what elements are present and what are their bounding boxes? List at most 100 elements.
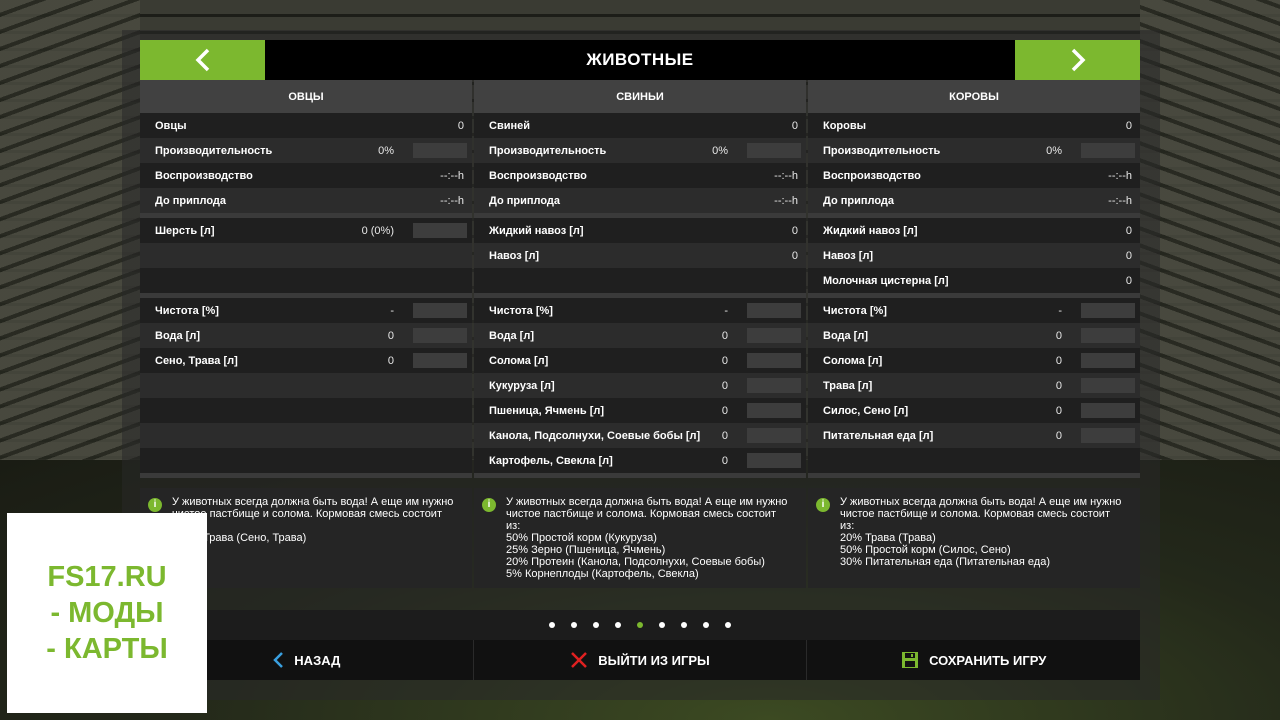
- column-title: КОРОВЫ: [808, 80, 1140, 113]
- stat-label: Воспроизводство: [823, 169, 921, 182]
- page-dot[interactable]: [571, 622, 577, 628]
- info-icon: i: [816, 498, 830, 512]
- section-divider: [474, 473, 806, 478]
- stat-value: 0 (0%): [361, 224, 394, 237]
- stat-label: Чистота [%]: [823, 304, 887, 317]
- stat-value: 0: [721, 404, 728, 417]
- info-line: 20% Трава (Трава): [840, 532, 936, 544]
- close-icon: [571, 652, 588, 668]
- stat-row: Коровы 0: [808, 113, 1140, 138]
- stat-row: Производительность 0%: [140, 138, 472, 163]
- info-line: 50% Простой корм (Кукуруза): [506, 532, 657, 544]
- level-bar: [1081, 378, 1135, 393]
- info-panel: i У животных всегда должна быть вода! А е…: [808, 488, 1140, 588]
- info-text: У животных всегда должна быть вода! А ещ…: [840, 496, 1140, 568]
- chevron-left-icon: [273, 652, 284, 668]
- info-line: У животных всегда должна быть вода! А ещ…: [506, 496, 788, 508]
- stat-row: Чистота [%] -: [140, 298, 472, 323]
- info-line: 5% Корнеплоды (Картофель, Свекла): [506, 568, 699, 580]
- empty-row: [140, 423, 472, 448]
- page-dot[interactable]: [659, 622, 665, 628]
- quit-game-label: ВЫЙТИ ИЗ ИГРЫ: [598, 652, 710, 668]
- stat-row: Солома [л] 0: [474, 348, 806, 373]
- stat-row: Шерсть [л] 0 (0%): [140, 218, 472, 243]
- stat-label: Трава [л]: [823, 379, 873, 392]
- empty-row: [140, 373, 472, 398]
- empty-row: [140, 448, 472, 473]
- page-dot[interactable]: [615, 622, 621, 628]
- stat-label: Молочная цистерна [л]: [823, 274, 949, 287]
- stat-label: Производительность: [155, 144, 273, 157]
- page-dot[interactable]: [725, 622, 731, 628]
- watermark-line: - МОДЫ: [50, 597, 164, 629]
- stat-value: 0: [1125, 119, 1132, 132]
- level-bar: [747, 428, 801, 443]
- info-text: У животных всегда должна быть вода! А ещ…: [172, 496, 472, 544]
- page-header: ЖИВОТНЫЕ: [140, 40, 1140, 80]
- info-line: 30% Питательная еда (Питательная еда): [840, 556, 1051, 568]
- empty-row: [474, 268, 806, 293]
- stat-row: До приплода --:--h: [808, 188, 1140, 213]
- page-dot[interactable]: [681, 622, 687, 628]
- level-bar: [747, 403, 801, 418]
- save-game-button[interactable]: СОХРАНИТЬ ИГРУ: [807, 640, 1141, 680]
- stat-value: 0: [1055, 354, 1062, 367]
- page-dot[interactable]: [703, 622, 709, 628]
- chevron-left-icon: [195, 48, 209, 72]
- stat-value: --:--h: [774, 194, 798, 207]
- previous-page-button[interactable]: [140, 40, 265, 80]
- stat-label: Жидкий навоз [л]: [823, 224, 918, 237]
- back-button-label: НАЗАД: [294, 652, 341, 668]
- next-page-button[interactable]: [1015, 40, 1140, 80]
- info-icon: i: [482, 498, 496, 512]
- column-cows: КОРОВЫ Коровы 0 Производительность 0% Воспрои…: [808, 80, 1140, 610]
- stat-row: Канола, Подсолнухи, Соевые бобы [л] 0: [474, 423, 806, 448]
- page-title: ЖИВОТНЫЕ: [586, 50, 694, 69]
- stat-label: Навоз [л]: [489, 249, 540, 262]
- column-title: СВИНЬИ: [474, 80, 806, 113]
- watermark-line: - КАРТЫ: [46, 633, 168, 665]
- stat-label: Шерсть [л]: [155, 224, 215, 237]
- stat-label: Воспроизводство: [155, 169, 253, 182]
- page-dot[interactable]: [637, 622, 643, 628]
- level-bar: [413, 353, 467, 368]
- stat-value: --:--h: [440, 169, 464, 182]
- level-bar: [1081, 328, 1135, 343]
- stat-value: --:--h: [1108, 169, 1132, 182]
- quit-game-button[interactable]: ВЫЙТИ ИЗ ИГРЫ: [473, 640, 808, 680]
- info-line: чистое пастбище и солома. Кормовая смесь…: [172, 508, 442, 520]
- level-bar: [1081, 403, 1135, 418]
- footer-bar: НАЗАД ВЫЙТИ ИЗ ИГРЫ СОХРАНИТЬ ИГРУ: [140, 640, 1141, 680]
- level-bar: [1081, 353, 1135, 368]
- stat-row: Воспроизводство --:--h: [808, 163, 1140, 188]
- level-bar: [747, 453, 801, 468]
- info-line: из:: [840, 520, 855, 532]
- stat-label: До приплода: [823, 194, 895, 207]
- stat-value: --:--h: [1108, 194, 1132, 207]
- page-dot[interactable]: [549, 622, 555, 628]
- level-bar: [747, 353, 801, 368]
- stat-value: -: [724, 304, 728, 317]
- stat-value: -: [390, 304, 394, 317]
- level-bar: [747, 378, 801, 393]
- stat-row: Навоз [л] 0: [474, 243, 806, 268]
- stat-row: Производительность 0%: [474, 138, 806, 163]
- stat-label: Кукуруза [л]: [489, 379, 555, 392]
- stat-row: Жидкий навоз [л] 0: [474, 218, 806, 243]
- info-line: У животных всегда должна быть вода! А ещ…: [840, 496, 1122, 508]
- stat-label: Овцы: [155, 119, 187, 132]
- stat-label: Воспроизводство: [489, 169, 587, 182]
- stat-label: Производительность: [823, 144, 941, 157]
- stat-value: 0: [1125, 249, 1132, 262]
- info-panel: i У животных всегда должна быть вода! А е…: [474, 488, 806, 588]
- stat-value: 0: [721, 454, 728, 467]
- stat-value: --:--h: [774, 169, 798, 182]
- info-icon: i: [148, 498, 162, 512]
- level-bar: [413, 143, 467, 158]
- level-bar: [1081, 143, 1135, 158]
- stat-label: Чистота [%]: [155, 304, 219, 317]
- page-dot[interactable]: [593, 622, 599, 628]
- info-line: 20% Протеин (Канола, Подсолнухи, Соевые …: [506, 556, 765, 568]
- stat-value: 0%: [1046, 144, 1062, 157]
- info-line: 100% Трава (Сено, Трава): [172, 532, 307, 544]
